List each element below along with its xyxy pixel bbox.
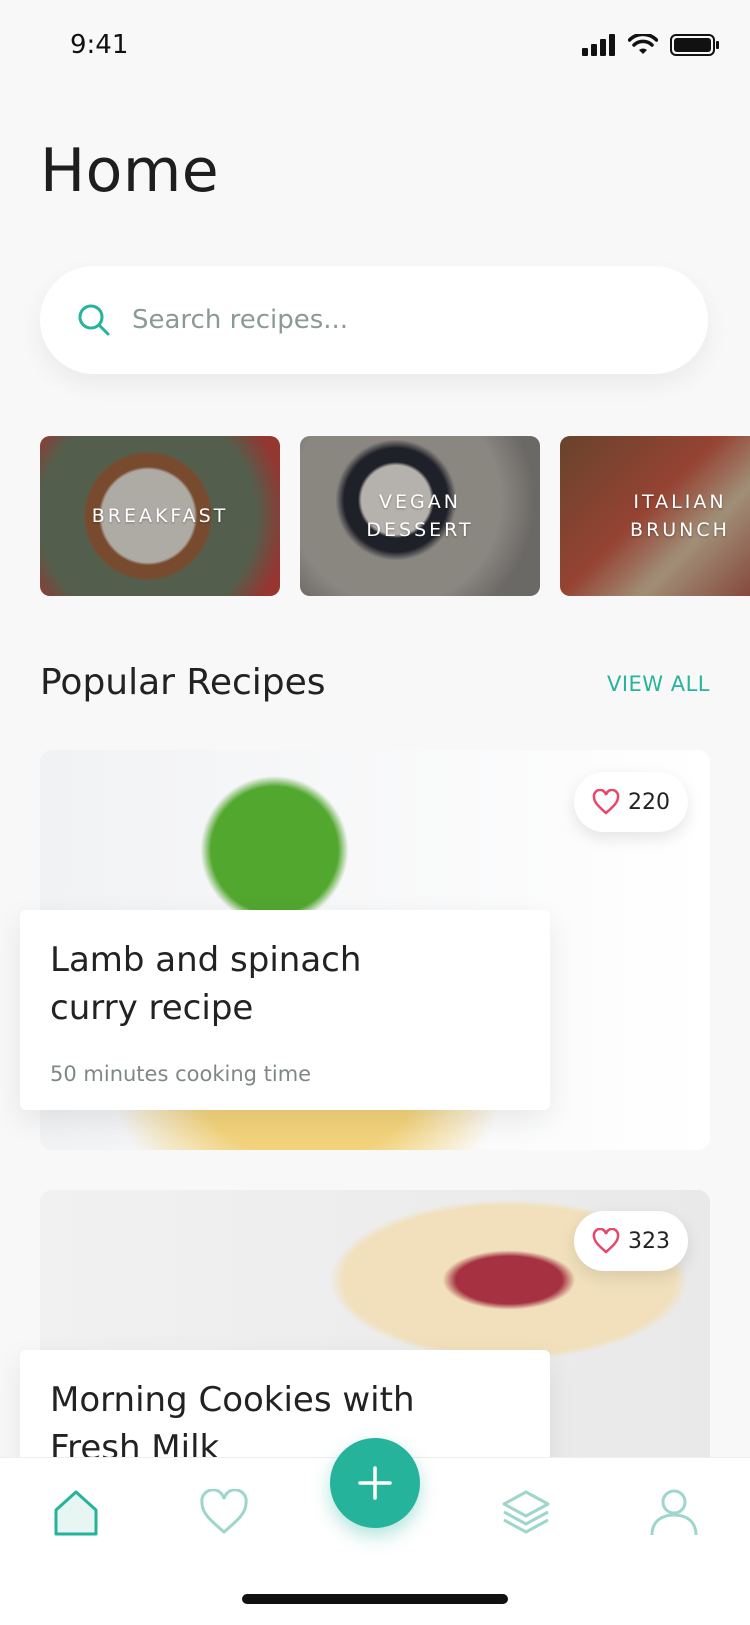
- category-label: ITALIAN BRUNCH: [630, 491, 730, 541]
- search-icon: [78, 304, 110, 336]
- wifi-icon: [628, 34, 658, 54]
- heart-icon: [592, 1228, 620, 1254]
- nav-collections[interactable]: [496, 1482, 556, 1542]
- status-icons: [582, 33, 720, 57]
- signal-icon: [582, 34, 615, 56]
- search-bar[interactable]: [40, 266, 708, 374]
- category-breakfast[interactable]: BREAKFAST: [40, 436, 280, 596]
- category-carousel[interactable]: BREAKFAST VEGAN DESSERT ITALIAN BRUNCH: [40, 436, 750, 596]
- recipe-info-card[interactable]: Lamb and spinach curry recipe 50 minutes…: [20, 910, 550, 1110]
- plus-icon: [358, 1466, 392, 1500]
- heart-outline-icon: [200, 1489, 248, 1534]
- recipe-title: Lamb and spinach curry recipe: [50, 940, 362, 1028]
- layers-icon: [502, 1490, 550, 1534]
- likes-badge[interactable]: 220: [574, 772, 688, 832]
- nav-profile[interactable]: [644, 1482, 704, 1542]
- user-icon: [650, 1489, 698, 1536]
- home-indicator: [242, 1594, 508, 1604]
- home-icon: [54, 1490, 98, 1536]
- likes-count: 323: [628, 1228, 670, 1254]
- view-all-link[interactable]: VIEW ALL: [607, 672, 710, 696]
- nav-home[interactable]: [46, 1482, 106, 1542]
- status-time: 9:41: [70, 30, 129, 60]
- add-recipe-button[interactable]: [330, 1438, 420, 1528]
- recipe-cooking-time: 50 minutes cooking time: [50, 1062, 312, 1086]
- nav-favorites[interactable]: [194, 1482, 254, 1542]
- category-label: VEGAN DESSERT: [366, 491, 474, 541]
- page-title: Home: [40, 136, 220, 206]
- category-vegan-dessert[interactable]: VEGAN DESSERT: [300, 436, 540, 596]
- section-title: Popular Recipes: [40, 662, 326, 703]
- likes-badge[interactable]: 323: [574, 1211, 688, 1271]
- category-italian-brunch[interactable]: ITALIAN BRUNCH: [560, 436, 750, 596]
- battery-icon: [670, 34, 719, 56]
- likes-count: 220: [628, 789, 670, 815]
- heart-icon: [592, 789, 620, 815]
- category-label: BREAKFAST: [91, 505, 229, 527]
- search-input[interactable]: [130, 304, 654, 336]
